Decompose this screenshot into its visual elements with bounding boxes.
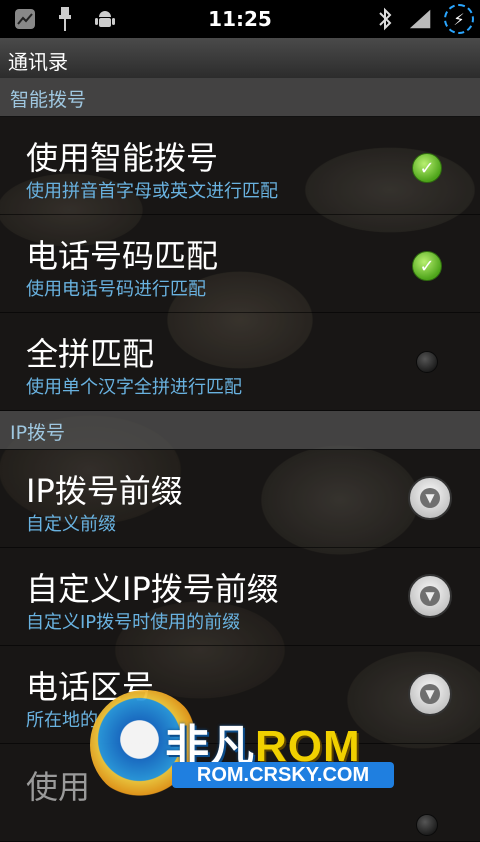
pref-title: 使用 bbox=[26, 768, 91, 806]
preference-list[interactable]: 智能拨号 使用智能拨号 使用拼音首字母或英文进行匹配 ✓ 电话号码匹配 使用电话… bbox=[0, 78, 480, 842]
pref-title: 电话区号 bbox=[26, 668, 155, 706]
page-title: 通讯录 bbox=[8, 50, 68, 74]
section-header-label: 智能拨号 bbox=[10, 89, 87, 111]
pref-ip-prefix[interactable]: IP拨号前缀 自定义前缀 ▼ bbox=[0, 450, 480, 548]
pref-use-smart-dial[interactable]: 使用智能拨号 使用拼音首字母或英文进行匹配 ✓ bbox=[0, 117, 480, 215]
pref-custom-ip-prefix[interactable]: 自定义IP拨号前缀 自定义IP拨号时使用的前缀 ▼ bbox=[0, 548, 480, 646]
dropdown-button[interactable]: ▼ bbox=[408, 574, 452, 618]
pref-full-pinyin-match[interactable]: 全拼匹配 使用单个汉字全拼进行匹配 bbox=[0, 313, 480, 411]
chevron-down-icon: ▼ bbox=[420, 488, 440, 508]
chevron-down-icon: ▼ bbox=[420, 684, 440, 704]
title-bar: 通讯录 bbox=[0, 38, 480, 79]
pref-summary: 使用电话号码进行匹配 bbox=[26, 279, 206, 300]
dropdown-button[interactable]: ▼ bbox=[408, 672, 452, 716]
pref-title: IP拨号前缀 bbox=[26, 472, 183, 510]
section-header-smart-dial: 智能拨号 bbox=[0, 78, 480, 117]
checkbox-unchecked-icon[interactable] bbox=[416, 814, 438, 836]
dropdown-button[interactable]: ▼ bbox=[408, 476, 452, 520]
signal-icon bbox=[408, 6, 434, 32]
bluetooth-icon bbox=[372, 6, 398, 32]
pref-title: 使用智能拨号 bbox=[26, 139, 219, 177]
pref-summary: 自定义前缀 bbox=[26, 514, 116, 535]
pref-title: 电话号码匹配 bbox=[26, 237, 219, 275]
pref-title: 自定义IP拨号前缀 bbox=[26, 570, 279, 608]
pref-title: 全拼匹配 bbox=[26, 335, 155, 373]
pref-summary: 使用拼音首字母或英文进行匹配 bbox=[26, 181, 278, 202]
pref-area-code[interactable]: 电话区号 所在地的 ▼ bbox=[0, 646, 480, 744]
pref-phone-number-match[interactable]: 电话号码匹配 使用电话号码进行匹配 ✓ bbox=[0, 215, 480, 313]
pref-summary: 自定义IP拨号时使用的前缀 bbox=[26, 612, 241, 633]
checkbox-checked-icon[interactable]: ✓ bbox=[412, 153, 442, 183]
chevron-down-icon: ▼ bbox=[420, 586, 440, 606]
section-header-label: IP拨号 bbox=[10, 422, 66, 444]
checkbox-unchecked-icon[interactable] bbox=[416, 351, 438, 373]
section-header-ip-dial: IP拨号 bbox=[0, 411, 480, 450]
pref-summary: 使用单个汉字全拼进行匹配 bbox=[26, 377, 242, 398]
pref-partial-use[interactable]: 使用 bbox=[0, 744, 480, 842]
checkbox-checked-icon[interactable]: ✓ bbox=[412, 251, 442, 281]
pref-summary: 所在地的 bbox=[26, 710, 98, 731]
status-bar: 11:25 ⚡ bbox=[0, 0, 480, 38]
battery-charging-icon: ⚡ bbox=[444, 4, 474, 34]
